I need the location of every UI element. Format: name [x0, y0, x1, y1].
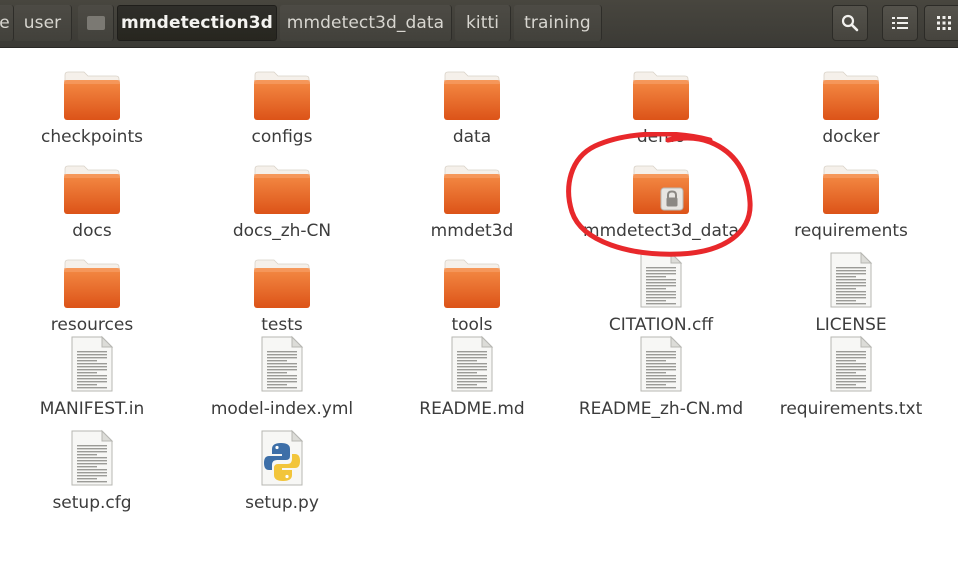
file-name-label: resources [50, 315, 134, 335]
file-name-label: docker [822, 127, 880, 147]
grid-view-button[interactable] [924, 5, 958, 41]
file-name-label: setup.cfg [52, 493, 132, 513]
file-name-label: CITATION.cff [608, 315, 714, 335]
file-name-label: model-index.yml [210, 399, 354, 419]
search-button[interactable] [832, 5, 868, 41]
folder-icon [442, 162, 502, 224]
folder-icon [252, 256, 312, 318]
list-view-button[interactable] [882, 5, 918, 41]
file-name-label: mmdetect3d_data [583, 221, 739, 241]
breadcrumb-user[interactable]: user [14, 5, 72, 41]
python-file-icon [258, 429, 306, 491]
file-name-label: requirements.txt [779, 399, 923, 419]
file-item[interactable]: setup.py [187, 429, 377, 528]
file-item[interactable]: README_zh-CN.md [566, 335, 756, 434]
file-item[interactable]: MANIFEST.in [0, 335, 187, 434]
text-file-icon [827, 335, 875, 397]
breadcrumb-label: user [23, 13, 62, 33]
breadcrumb-label: mmdetection3d [121, 13, 273, 33]
breadcrumb-label: mmdetect3d_data [286, 13, 445, 33]
folder-icon [62, 256, 122, 318]
folder-icon [252, 162, 312, 224]
file-item[interactable]: model-index.yml [187, 335, 377, 434]
file-item[interactable]: demo [566, 68, 756, 162]
file-name-label: demo [636, 127, 686, 147]
folder-icon [442, 256, 502, 318]
file-item[interactable]: mmdetect3d_data [566, 162, 756, 256]
file-item[interactable]: docs [0, 162, 187, 256]
breadcrumb-label: e [0, 13, 10, 33]
text-file-icon [448, 335, 496, 397]
text-file-icon [68, 335, 116, 397]
file-name-label: configs [251, 127, 313, 147]
file-name-label: LICENSE [815, 315, 887, 335]
list-view-icon [892, 17, 908, 29]
file-name-label: docs_zh-CN [232, 221, 332, 241]
file-item[interactable]: data [377, 68, 567, 162]
file-item[interactable]: README.md [377, 335, 567, 434]
folder-icon [821, 68, 881, 130]
folder-icon [821, 162, 881, 224]
file-name-label: requirements [794, 221, 908, 241]
file-name-label: tests [261, 315, 303, 335]
folder-icon [62, 68, 122, 130]
file-item[interactable]: docs_zh-CN [187, 162, 377, 256]
file-name-label: mmdet3d [430, 221, 514, 241]
grid-view-icon [937, 16, 951, 30]
file-item[interactable]: requirements [756, 162, 946, 256]
search-icon [841, 14, 859, 32]
file-item[interactable]: mmdet3d [377, 162, 567, 256]
breadcrumb-label: training [524, 13, 591, 33]
file-name-label: README.md [419, 399, 525, 419]
breadcrumb-training[interactable]: training [514, 5, 602, 41]
file-item[interactable]: configs [187, 68, 377, 162]
text-file-icon [637, 251, 685, 313]
text-file-icon [827, 251, 875, 313]
file-name-label: data [452, 127, 492, 147]
file-name-label: docs [72, 221, 112, 241]
text-file-icon [68, 429, 116, 491]
breadcrumb-mmdetection3d[interactable]: mmdetection3d [117, 5, 277, 41]
breadcrumb-mmdetect3d-data[interactable]: mmdetect3d_data [280, 5, 452, 41]
file-item[interactable]: checkpoints [0, 68, 187, 162]
file-name-label: MANIFEST.in [39, 399, 145, 419]
breadcrumb-kitti[interactable]: kitti [455, 5, 511, 41]
folder-icon [62, 162, 122, 224]
file-item[interactable]: setup.cfg [0, 429, 187, 528]
file-item[interactable]: requirements.txt [756, 335, 946, 434]
breadcrumb-hidden[interactable] [78, 5, 114, 41]
breadcrumb-placeholder-icon [86, 16, 105, 30]
text-file-icon [258, 335, 306, 397]
locked-folder-icon [631, 162, 691, 224]
file-name-label: setup.py [245, 493, 319, 513]
file-item[interactable]: docker [756, 68, 946, 162]
file-name-label: checkpoints [41, 127, 143, 147]
file-manager-window: e user mmdetection3d mmdetect3d_data kit… [0, 0, 958, 584]
folder-icon [442, 68, 502, 130]
header-bar: e user mmdetection3d mmdetect3d_data kit… [0, 0, 958, 48]
file-name-label: tools [451, 315, 493, 335]
folder-icon [631, 68, 691, 130]
breadcrumb-parent[interactable]: e [0, 5, 14, 41]
file-name-label: README_zh-CN.md [578, 399, 744, 419]
breadcrumb-label: kitti [465, 13, 500, 33]
folder-icon [252, 68, 312, 130]
text-file-icon [637, 335, 685, 397]
